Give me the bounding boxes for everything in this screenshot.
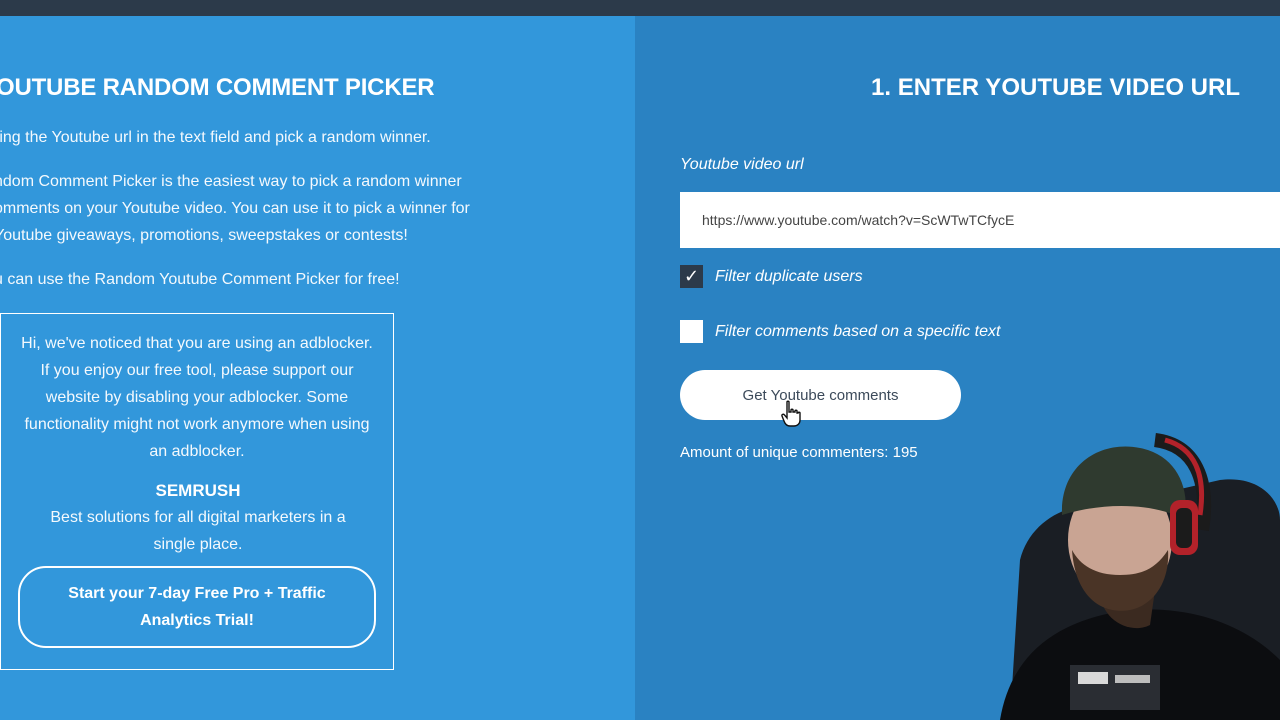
filter-text-checkbox[interactable] [680,320,703,343]
adblock-notice-box: Hi, we've noticed that you are using an … [0,313,394,670]
intro-line-5: u can use the Random Youtube Comment Pic… [0,271,400,288]
page-title: OUTUBE RANDOM COMMENT PICKER [0,74,435,101]
intro-line-4: Youtube giveaways, promotions, sweepstak… [0,227,408,244]
filter-text-checkbox-row[interactable]: Filter comments based on a specific text [680,320,1000,343]
checkmark-icon: ✓ [683,266,700,286]
get-youtube-comments-button[interactable]: Get Youtube comments [680,370,961,420]
ad-brand-name: SEMRUSH [155,481,241,500]
step-title: 1. ENTER YOUTUBE VIDEO URL [871,74,1240,101]
filter-duplicate-label: Filter duplicate users [715,267,863,285]
intro-line-1: ring the Youtube url in the text field a… [0,129,431,146]
filter-duplicate-checkbox[interactable]: ✓ [680,265,703,288]
left-panel: OUTUBE RANDOM COMMENT PICKER ring the Yo… [0,16,635,720]
filter-text-label: Filter comments based on a specific text [715,322,1001,340]
url-field-label: Youtube video url [680,156,804,173]
unique-commenters-count: Amount of unique commenters: 195 [680,444,918,461]
intro-line-2: ndom Comment Picker is the easiest way t… [0,173,462,190]
webcam-overlay-image [1000,433,1280,720]
free-trial-button[interactable]: Start your 7-day Free Pro + Traffic Anal… [18,566,376,648]
filter-duplicate-checkbox-row[interactable]: ✓ Filter duplicate users [680,265,863,288]
browser-top-bar [0,0,1280,16]
hand-cursor-icon [781,400,801,427]
youtube-url-input[interactable] [680,192,1280,248]
adblock-notice-text: Hi, we've noticed that you are using an … [21,335,373,460]
ad-tagline: Best solutions for all digital marketers… [50,509,346,553]
intro-line-3: omments on your Youtube video. You can u… [0,200,470,217]
